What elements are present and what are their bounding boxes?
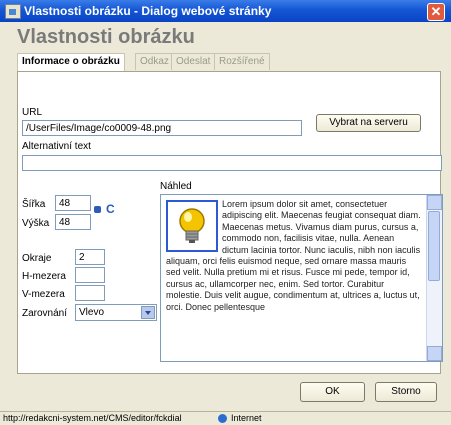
status-zone: Internet [231,413,262,423]
dialog-footer: OK Storno [0,376,451,411]
align-select[interactable]: Vlevo [75,304,157,321]
scroll-thumb[interactable] [428,211,440,281]
vspace-field[interactable] [75,285,105,301]
reset-size-icon[interactable]: C [106,202,115,216]
scroll-up-icon[interactable] [427,195,442,210]
border-field[interactable]: 2 [75,249,105,265]
scroll-down-icon[interactable] [427,346,442,361]
border-label: Okraje [22,253,52,264]
tab-advanced[interactable]: Rozšířené [214,53,270,70]
globe-icon [218,414,227,423]
url-field[interactable]: /UserFiles/Image/co0009-48.png [22,120,302,136]
lock-icon[interactable] [94,206,101,213]
tab-upload[interactable]: Odeslat [171,53,216,70]
dialog-heading: Vlastnosti obrázku [17,26,195,48]
width-field[interactable]: 48 [55,195,91,211]
hspace-field[interactable] [75,267,105,283]
status-url: http://redakcni-system.net/CMS/editor/fc… [3,413,182,423]
window-app-icon [5,4,21,19]
hspace-label: H-mezera [22,271,66,282]
height-field[interactable]: 48 [55,214,91,230]
align-value: Vlevo [79,307,105,318]
align-label: Zarovnání [22,308,68,319]
preview-scrollbar[interactable] [426,195,442,361]
alt-text-field[interactable] [22,155,442,171]
height-label: Výška [22,218,50,229]
tab-link[interactable]: Odkaz [135,53,174,70]
chevron-down-icon[interactable] [141,306,155,319]
vspace-label: V-mezera [22,289,65,300]
window-title: Vlastnosti obrázku - Dialog webové strán… [24,4,272,18]
browse-server-button[interactable]: Vybrat na serveru [316,114,421,132]
alt-text-label: Alternativní text [22,141,91,152]
url-label: URL [22,107,43,118]
title-bar: Vlastnosti obrázku - Dialog webové strán… [0,0,451,22]
width-label: Šířka [22,199,46,210]
status-bar: http://redakcni-system.net/CMS/editor/fc… [0,411,451,425]
lightbulb-image [166,200,218,252]
preview-label: Náhled [160,181,192,192]
ok-button[interactable]: OK [300,382,365,402]
preview-pane: Lorem ipsum dolor sit amet, consectetuer… [160,194,443,362]
close-icon[interactable]: ✕ [427,3,445,21]
cancel-button[interactable]: Storno [375,382,437,402]
tab-image-info[interactable]: Informace o obrázku [17,53,125,72]
